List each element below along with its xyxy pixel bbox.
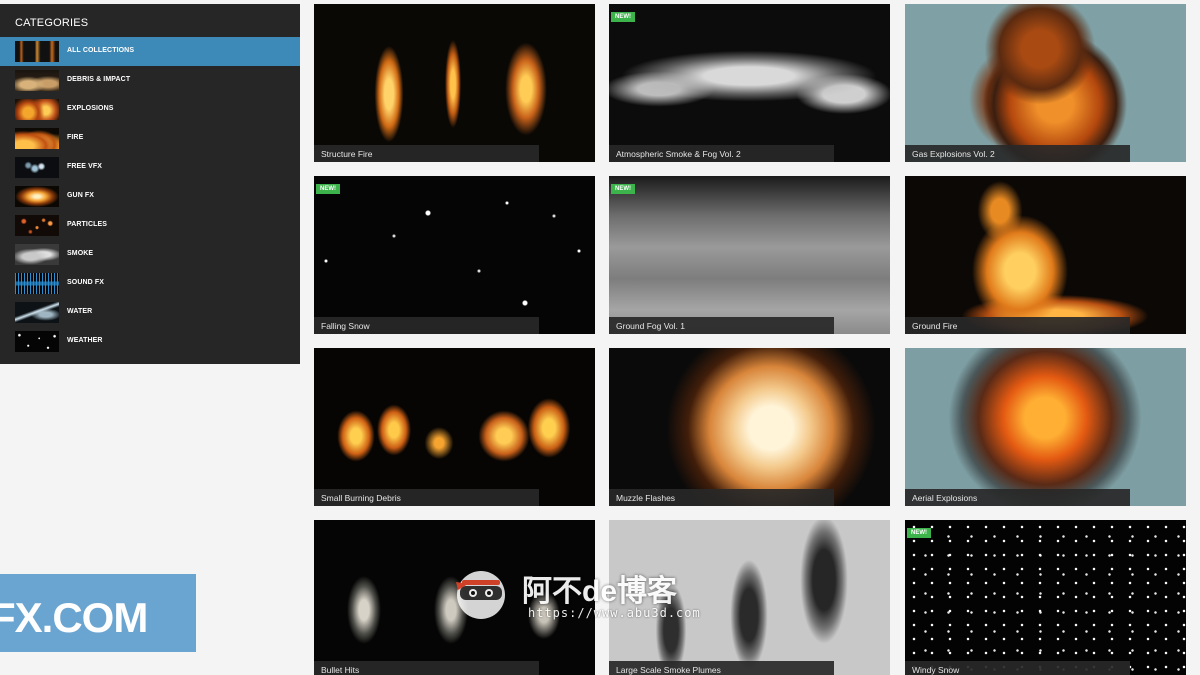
collection-title: Aerial Explosions bbox=[905, 489, 1130, 506]
collection-card-atmospheric-smoke-fog[interactable]: NEW! Atmospheric Smoke & Fog Vol. 2 bbox=[609, 4, 890, 162]
new-badge: NEW! bbox=[611, 12, 635, 22]
sidebar-item-gun-fx[interactable]: GUN FX bbox=[0, 182, 300, 211]
collection-card-falling-snow[interactable]: NEW! Falling Snow bbox=[314, 176, 595, 334]
sidebar-item-label: GUN FX bbox=[67, 192, 95, 199]
sidebar-item-label: FIRE bbox=[67, 134, 84, 141]
logo-text: FX.COM bbox=[0, 594, 148, 641]
collection-title: Ground Fire bbox=[905, 317, 1130, 334]
new-badge: NEW! bbox=[316, 184, 340, 194]
sidebar-item-label: EXPLOSIONS bbox=[67, 105, 114, 112]
blog-url: https://www.abu3d.com bbox=[528, 606, 701, 620]
sidebar-item-particles[interactable]: PARTICLES bbox=[0, 211, 300, 240]
explosions-thumbnail bbox=[15, 99, 59, 120]
collection-card-structure-fire[interactable]: Structure Fire bbox=[314, 4, 595, 162]
collection-card-gas-explosions[interactable]: Gas Explosions Vol. 2 bbox=[905, 4, 1186, 162]
sidebar-item-label: SMOKE bbox=[67, 250, 94, 257]
collection-title: Small Burning Debris bbox=[314, 489, 539, 506]
sidebar-item-label: ALL COLLECTIONS bbox=[67, 47, 135, 54]
collection-card-windy-snow[interactable]: NEW! Windy Snow bbox=[905, 520, 1186, 675]
free-vfx-thumbnail bbox=[15, 157, 59, 178]
new-badge: NEW! bbox=[907, 528, 931, 538]
sound-fx-thumbnail bbox=[15, 273, 59, 294]
gun-fx-thumbnail bbox=[15, 186, 59, 207]
sidebar-item-explosions[interactable]: EXPLOSIONS bbox=[0, 95, 300, 124]
collection-title: Large Scale Smoke Plumes bbox=[609, 661, 834, 675]
categories-sidebar: CATEGORIES ALL COLLECTIONS DEBRIS & IMPA… bbox=[0, 4, 300, 364]
collection-card-muzzle-flashes[interactable]: Muzzle Flashes bbox=[609, 348, 890, 506]
sidebar-item-weather[interactable]: WEATHER bbox=[0, 327, 300, 356]
collection-title: Atmospheric Smoke & Fog Vol. 2 bbox=[609, 145, 834, 162]
sidebar-item-free-vfx[interactable]: FREE VFX bbox=[0, 153, 300, 182]
collection-card-aerial-explosions[interactable]: Aerial Explosions bbox=[905, 348, 1186, 506]
collection-title: Windy Snow bbox=[905, 661, 1130, 675]
sidebar-item-fire[interactable]: FIRE bbox=[0, 124, 300, 153]
collection-card-small-burning-debris[interactable]: Small Burning Debris bbox=[314, 348, 595, 506]
sidebar-title: CATEGORIES bbox=[15, 17, 89, 29]
sidebar-item-sound-fx[interactable]: SOUND FX bbox=[0, 269, 300, 298]
blog-title: 阿不de博客 bbox=[522, 575, 678, 608]
sidebar-item-label: PARTICLES bbox=[67, 221, 108, 228]
collection-title: Falling Snow bbox=[314, 317, 539, 334]
debris-impact-thumbnail bbox=[15, 70, 59, 91]
sidebar-item-label: WATER bbox=[67, 308, 93, 315]
collection-title: Gas Explosions Vol. 2 bbox=[905, 145, 1130, 162]
blog-watermark: 阿不de博客 https://www.abu3d.com bbox=[452, 562, 702, 622]
particles-thumbnail bbox=[15, 215, 59, 236]
collection-card-ground-fire[interactable]: Ground Fire bbox=[905, 176, 1186, 334]
smoke-thumbnail bbox=[15, 244, 59, 265]
collection-title: Bullet Hits bbox=[314, 661, 539, 675]
collection-card-ground-fog[interactable]: NEW! Ground Fog Vol. 1 bbox=[609, 176, 890, 334]
sidebar-item-debris-impact[interactable]: DEBRIS & IMPACT bbox=[0, 66, 300, 95]
sidebar-item-label: DEBRIS & IMPACT bbox=[67, 76, 131, 83]
fire-thumbnail bbox=[15, 128, 59, 149]
sidebar-item-label: SOUND FX bbox=[67, 279, 104, 286]
weather-thumbnail bbox=[15, 331, 59, 352]
sidebar-item-all-collections[interactable]: ALL COLLECTIONS bbox=[0, 37, 300, 66]
water-thumbnail bbox=[15, 302, 59, 323]
collection-title: Muzzle Flashes bbox=[609, 489, 834, 506]
sidebar-item-label: FREE VFX bbox=[67, 163, 103, 170]
sidebar-item-smoke[interactable]: SMOKE bbox=[0, 240, 300, 269]
ninja-mascot-icon bbox=[456, 571, 505, 619]
all-collections-thumbnail bbox=[15, 41, 59, 62]
sidebar-item-label: WEATHER bbox=[67, 337, 103, 344]
collection-title: Structure Fire bbox=[314, 145, 539, 162]
new-badge: NEW! bbox=[611, 184, 635, 194]
collection-title: Ground Fog Vol. 1 bbox=[609, 317, 834, 334]
sidebar-item-water[interactable]: WATER bbox=[0, 298, 300, 327]
site-logo-watermark: FX.COM bbox=[0, 574, 196, 652]
